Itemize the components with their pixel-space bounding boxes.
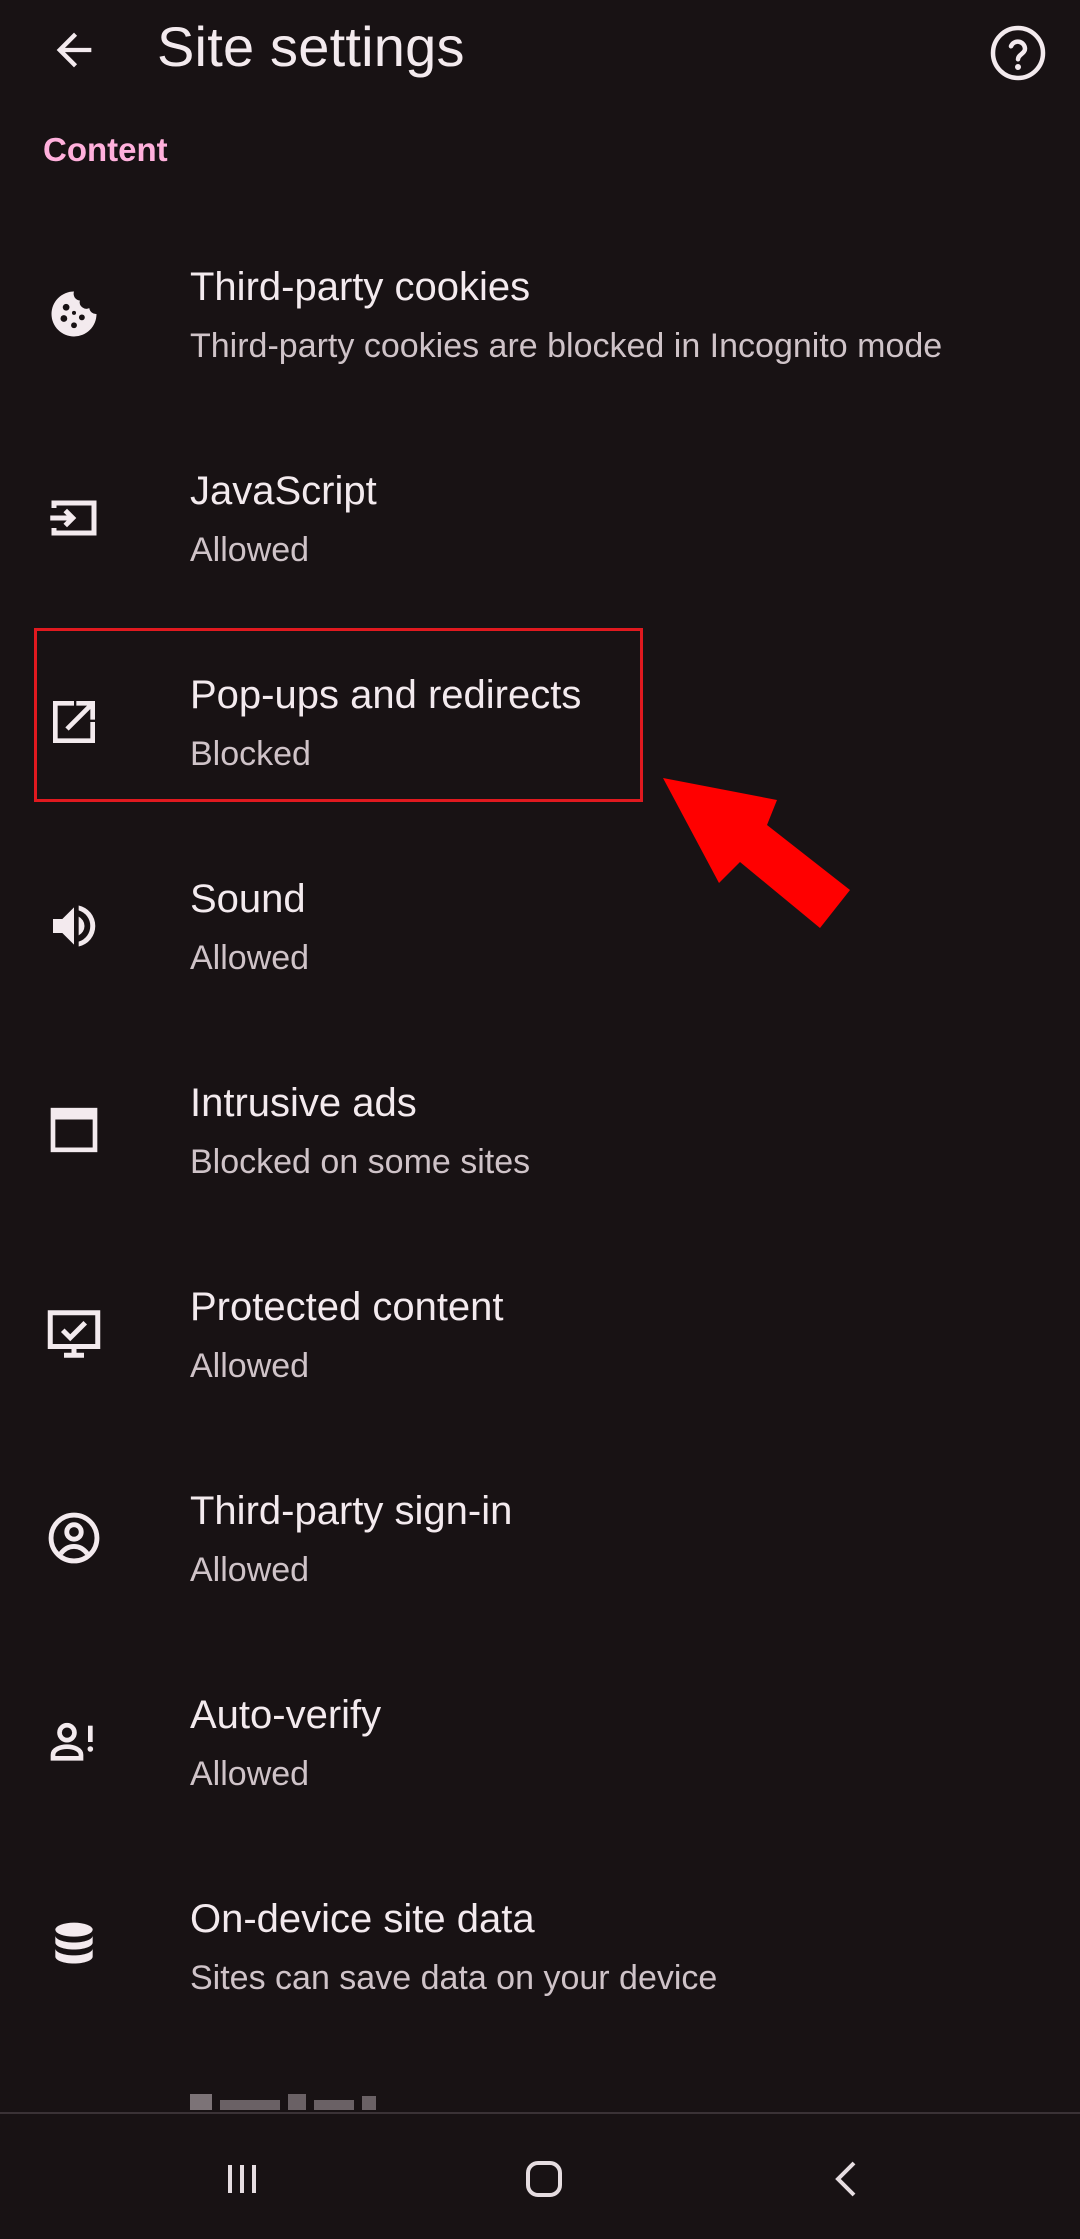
setting-title: Third-party cookies	[190, 265, 531, 309]
setting-auto-verify[interactable]: Auto-verify Allowed	[0, 1678, 1080, 1882]
setting-third-party-sign-in[interactable]: Third-party sign-in Allowed	[0, 1474, 1080, 1678]
protected-content-icon	[38, 1298, 110, 1370]
volume-icon	[38, 890, 110, 962]
setting-subtitle: Allowed	[190, 1347, 310, 1385]
setting-on-device-site-data[interactable]: On-device site data Sites can save data …	[0, 1882, 1080, 2086]
setting-subtitle: Allowed	[190, 1551, 310, 1589]
setting-subtitle: Allowed	[190, 939, 310, 977]
cookie-icon	[38, 278, 110, 350]
app-bar: Site settings	[0, 0, 1080, 100]
setting-title: Intrusive ads	[190, 1081, 417, 1125]
setting-intrusive-ads[interactable]: Intrusive ads Blocked on some sites	[0, 1066, 1080, 1270]
setting-subtitle: Third-party cookies are blocked in Incog…	[190, 327, 943, 365]
setting-title: JavaScript	[190, 469, 377, 513]
setting-title: Pop-ups and redirects	[190, 673, 582, 717]
setting-subtitle: Sites can save data on your device	[190, 1959, 718, 1997]
setting-title: On-device site data	[190, 1897, 535, 1941]
setting-subtitle: Blocked on some sites	[190, 1143, 531, 1181]
setting-title: Sound	[190, 877, 306, 921]
back-chevron-icon	[835, 2161, 856, 2197]
account-circle-icon	[38, 1502, 110, 1574]
setting-subtitle: Allowed	[190, 1755, 310, 1793]
setting-subtitle: Blocked	[190, 735, 311, 773]
recent-apps-icon	[228, 2165, 256, 2193]
partially-visible-list-item[interactable]	[190, 2080, 490, 2110]
section-header-content: Content	[43, 131, 168, 168]
recent-apps-button[interactable]	[182, 2134, 302, 2224]
back-arrow-icon	[56, 32, 92, 68]
setting-title: Third-party sign-in	[190, 1489, 513, 1533]
setting-third-party-cookies[interactable]: Third-party cookies Third-party cookies …	[0, 250, 1080, 454]
system-back-button[interactable]	[788, 2134, 908, 2224]
page-title: Site settings	[157, 15, 465, 78]
setting-title: Auto-verify	[190, 1693, 382, 1737]
database-icon	[38, 1910, 110, 1982]
help-button[interactable]	[975, 10, 1061, 96]
setting-sound[interactable]: Sound Allowed	[0, 862, 1080, 1066]
ad-window-icon	[38, 1094, 110, 1166]
settings-list: Third-party cookies Third-party cookies …	[0, 250, 1080, 2086]
setting-subtitle: Allowed	[190, 531, 310, 569]
home-button[interactable]	[484, 2134, 604, 2224]
setting-pop-ups-and-redirects[interactable]: Pop-ups and redirects Blocked	[0, 658, 1080, 862]
cut-off-text-shape	[190, 2094, 376, 2110]
setting-protected-content[interactable]: Protected content Allowed	[0, 1270, 1080, 1474]
help-icon	[990, 25, 1046, 81]
person-alert-icon	[38, 1706, 110, 1778]
open-in-new-icon	[38, 686, 110, 758]
javascript-icon	[38, 482, 110, 554]
back-button[interactable]	[34, 10, 114, 90]
setting-title: Protected content	[190, 1285, 504, 1329]
setting-javascript[interactable]: JavaScript Allowed	[0, 454, 1080, 658]
home-icon	[526, 2161, 562, 2197]
system-navigation-bar	[0, 2112, 1080, 2239]
